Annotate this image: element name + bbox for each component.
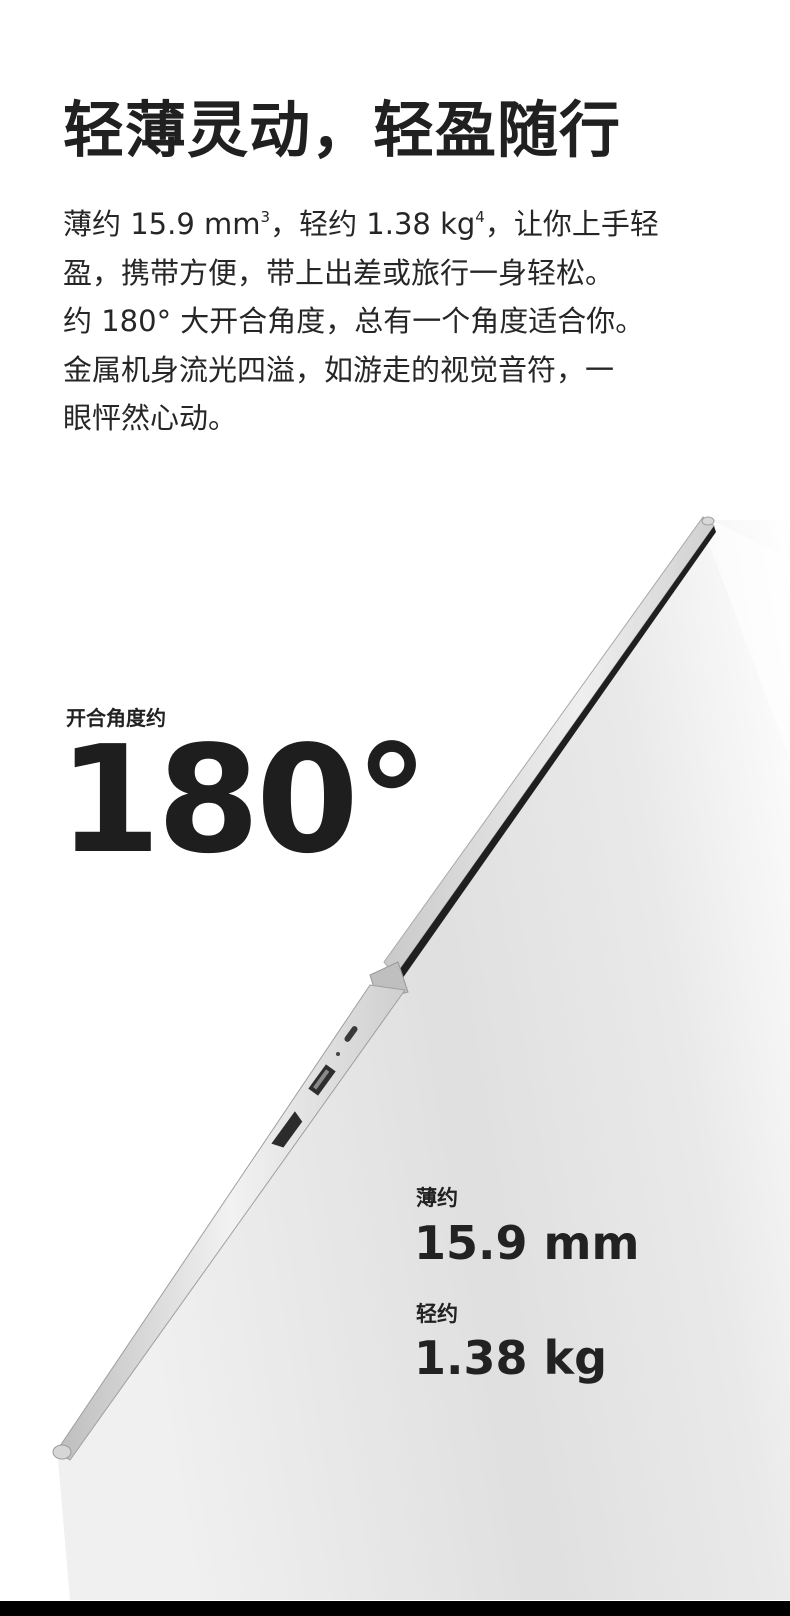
- thickness-value: 15.9 mm: [414, 1216, 640, 1270]
- indicator-light: [336, 1052, 340, 1056]
- weight-value: 1.38 kg: [414, 1331, 608, 1385]
- laptop-base: [55, 984, 406, 1461]
- laptop-lid: [383, 516, 715, 977]
- laptop-screen-edge: [395, 526, 716, 982]
- weight-label: 轻约: [416, 1302, 458, 1326]
- thickness-label: 薄约: [416, 1186, 458, 1210]
- product-feature-page: 轻薄灵动，轻盈随行 薄约 15.9 mm3，轻约 1.38 kg4，让你上手轻 …: [0, 0, 790, 1616]
- footer-bar: [0, 1601, 790, 1616]
- opening-angle-value: 180°: [58, 714, 429, 886]
